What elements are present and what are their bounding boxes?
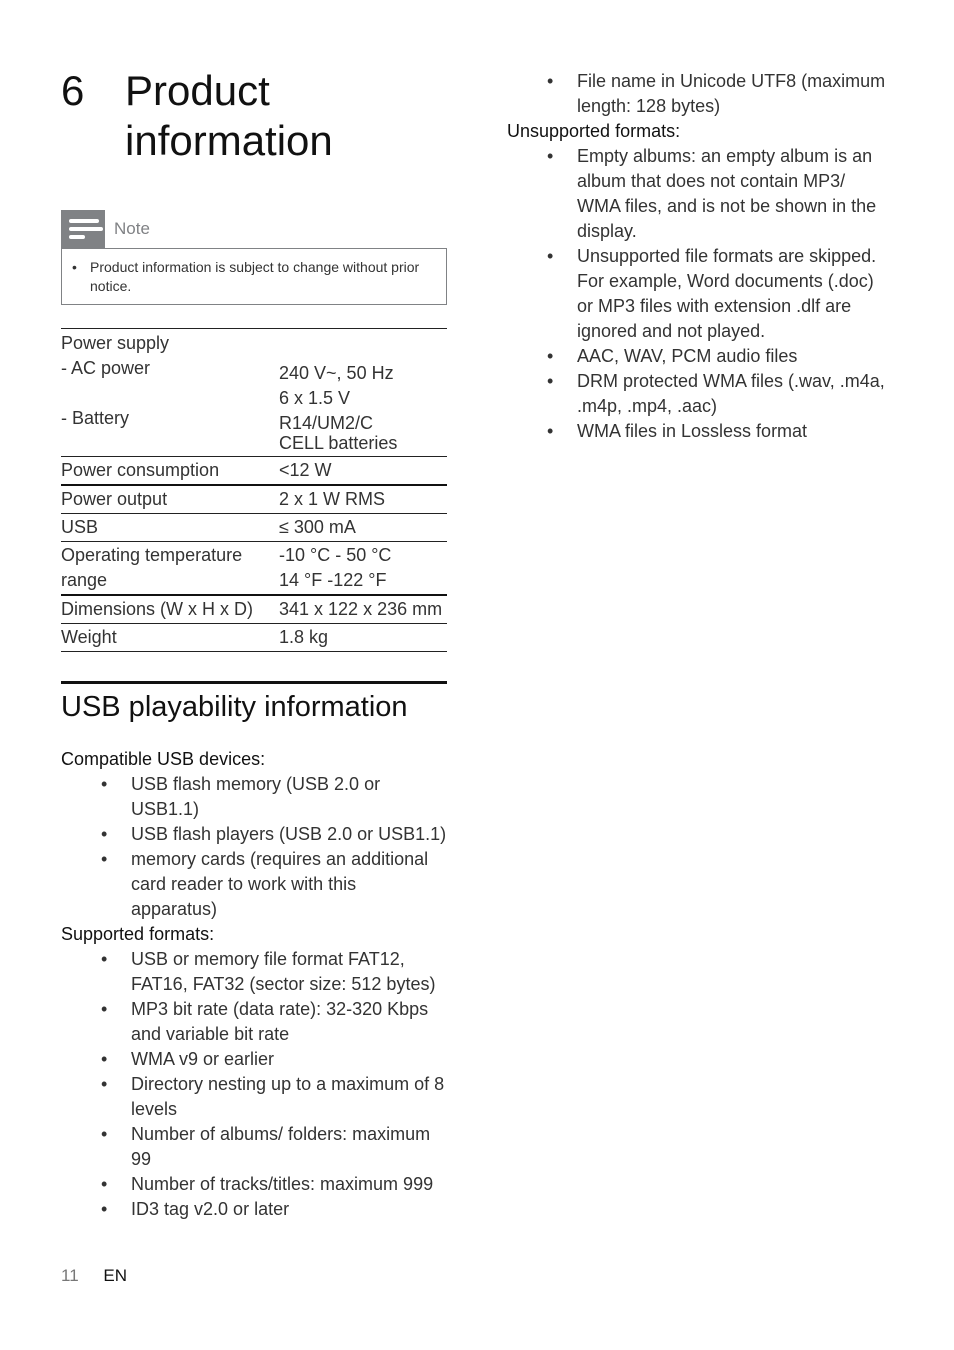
list-item: Number of tracks/titles: maximum 999 (61, 1172, 447, 1197)
list-item: MP3 bit rate (data rate): 32-320 Kbps an… (61, 997, 447, 1047)
page-number: 11 (61, 1266, 79, 1285)
supported-heading: Supported formats: (61, 924, 215, 944)
list-item: Number of albums/ folders: maximum 99 (61, 1122, 447, 1172)
spec-row: Operating temperature range -10 °C - 50 … (61, 541, 447, 596)
spec-row: Weight 1.8 kg (61, 623, 447, 652)
spec-value: 240 V~, 50 Hz 6 x 1.5 V R14/UM2/C CELL b… (279, 363, 398, 453)
note-lines-icon (61, 210, 105, 248)
spec-row: Power consumption <12 W (61, 456, 447, 486)
note-label: Note (114, 219, 150, 238)
chapter-number: 6 (61, 67, 85, 114)
list-item: WMA v9 or earlier (61, 1047, 447, 1072)
chapter-title: Product information (125, 67, 333, 164)
spec-label: Power supply - AC power - Battery (61, 333, 170, 428)
language-code: EN (103, 1266, 128, 1285)
list-item: File name in Unicode UTF8 (maximum lengt… (507, 69, 907, 119)
spec-row: Power output 2 x 1 W RMS (61, 485, 447, 514)
page-footer: 11 EN (61, 1266, 127, 1286)
note-item: Product information is subject to change… (72, 258, 436, 296)
list-item: Directory nesting up to a maximum of 8 l… (61, 1072, 447, 1122)
list-item: ID3 tag v2.0 or later (61, 1197, 447, 1222)
note-body: Product information is subject to change… (61, 248, 447, 305)
note-header: Note (61, 210, 447, 248)
list-item: Unsupported file formats are skipped. Fo… (507, 244, 907, 344)
list-item: USB or memory file format FAT12, FAT16, … (61, 947, 447, 997)
list-item: Empty albums: an empty album is an album… (507, 144, 907, 244)
usb-lists-left: Compatible USB devices: USB flash memory… (61, 747, 447, 1222)
spec-table: Power supply - AC power - Battery 240 V~… (61, 328, 447, 652)
list-item: USB flash memory (USB 2.0 or USB1.1) (61, 772, 447, 822)
spec-row: Dimensions (W x H x D) 341 x 122 x 236 m… (61, 595, 447, 624)
section-divider (61, 681, 447, 684)
list-item: memory cards (requires an additional car… (61, 847, 447, 922)
list-item: AAC, WAV, PCM audio files (507, 344, 907, 369)
spec-row: USB ≤ 300 mA (61, 513, 447, 542)
section-title: USB playability information (61, 691, 408, 723)
unsupported-heading: Unsupported formats: (507, 121, 681, 141)
compatible-heading: Compatible USB devices: (61, 749, 266, 769)
list-item: WMA files in Lossless format (507, 419, 907, 444)
list-item: DRM protected WMA files (.wav, .m4a, .m4… (507, 369, 907, 419)
list-item: USB flash players (USB 2.0 or USB1.1) (61, 822, 447, 847)
note-box: Note Product information is subject to c… (61, 210, 447, 305)
spec-row-power-supply: Power supply - AC power - Battery 240 V~… (61, 328, 447, 457)
usb-lists-right: File name in Unicode UTF8 (maximum lengt… (507, 69, 907, 444)
